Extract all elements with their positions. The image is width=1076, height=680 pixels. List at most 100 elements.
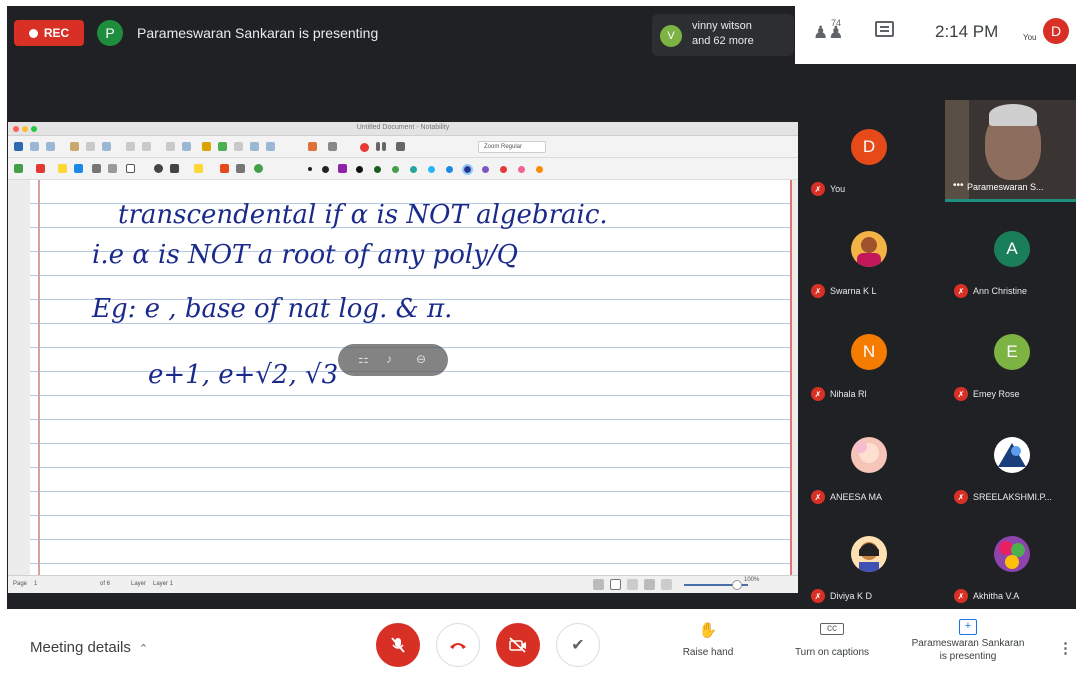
shape-icon[interactable]	[234, 142, 243, 151]
participant-tile[interactable]: ✗ ANEESA MA	[803, 412, 933, 510]
pin-icon[interactable]: ⚏	[358, 352, 369, 366]
participant-tile[interactable]: ✗ Akhitha V.A	[946, 511, 1076, 609]
captions-icon[interactable]: cc	[820, 623, 844, 635]
color-light-blue[interactable]	[428, 166, 435, 173]
raise-hand-label[interactable]: Raise hand	[666, 647, 750, 658]
color-purple[interactable]	[482, 166, 489, 173]
ink-size-icon[interactable]	[154, 164, 163, 173]
open-icon[interactable]	[30, 142, 39, 151]
viewers-indicator[interactable]: V vinny witson and 62 more	[652, 14, 794, 56]
participant-tile[interactable]: A ✗ Ann Christine	[946, 206, 1076, 304]
highlight-icon[interactable]	[202, 142, 211, 151]
confirm-button[interactable]: ✔	[556, 623, 600, 667]
view-single-icon[interactable]	[593, 579, 604, 590]
you-label: You	[1023, 33, 1037, 42]
page-label: Page	[13, 581, 28, 587]
presenting-label-1[interactable]: Parameswaran Sankaran	[898, 638, 1038, 649]
color-green[interactable]	[392, 166, 399, 173]
participant-photo	[994, 536, 1030, 572]
participant-tile[interactable]: ✗ SREELAKSHMI.P...	[946, 412, 1076, 510]
view-grid-icon[interactable]	[644, 579, 655, 590]
more-options-icon[interactable]: •••	[953, 180, 964, 191]
folder-icon[interactable]	[46, 142, 55, 151]
captions-label[interactable]: Turn on captions	[786, 647, 878, 658]
page-icon[interactable]	[266, 142, 275, 151]
undo-icon[interactable]	[126, 142, 135, 151]
stop-icon[interactable]	[396, 142, 405, 151]
pen-icon[interactable]	[14, 164, 23, 173]
view-page-icon[interactable]	[610, 579, 621, 590]
eraser-icon[interactable]	[170, 164, 179, 173]
hand-icon[interactable]	[236, 164, 245, 173]
color-pink[interactable]	[518, 166, 525, 173]
lines-icon[interactable]	[108, 164, 117, 173]
save-icon[interactable]	[14, 142, 23, 151]
mute-presenter-icon[interactable]: ♪	[386, 352, 392, 366]
view-list-icon[interactable]	[661, 579, 672, 590]
remove-icon[interactable]: ⊖	[416, 352, 426, 366]
color-dark-green[interactable]	[374, 166, 381, 173]
recording-badge: REC	[14, 20, 84, 46]
dot-medium-icon[interactable]	[322, 166, 329, 173]
color-orange[interactable]	[536, 166, 543, 173]
lasso-icon[interactable]	[220, 164, 229, 173]
ink-color-icon[interactable]	[338, 164, 347, 173]
download-icon[interactable]	[218, 142, 227, 151]
color-teal[interactable]	[410, 166, 417, 173]
meeting-details-button[interactable]: Meeting details ⌃	[30, 639, 148, 656]
zoom-select[interactable]: Zoom Regular	[478, 141, 546, 153]
zoom-slider-thumb[interactable]	[732, 580, 742, 590]
participant-name: Diviya K D	[830, 591, 873, 601]
leave-call-button[interactable]	[436, 623, 480, 667]
participant-tile[interactable]: E ✗ Emey Rose	[946, 309, 1076, 407]
self-avatar[interactable]: D	[1043, 18, 1069, 44]
camera-off-icon	[509, 637, 526, 653]
dot-small-icon[interactable]	[308, 167, 312, 171]
raise-hand-icon[interactable]: ✋	[696, 621, 720, 639]
refresh-icon[interactable]	[254, 164, 263, 173]
export-icon[interactable]	[308, 142, 317, 151]
layer-select[interactable]: Layer 1	[153, 581, 173, 587]
color-navy[interactable]	[462, 164, 473, 175]
chat-icon[interactable]	[875, 21, 894, 37]
redo-icon[interactable]	[142, 142, 151, 151]
paste-icon[interactable]	[102, 142, 111, 151]
ink-line-1: transcendental if α is NOT algebraic.	[118, 200, 608, 230]
color-black[interactable]	[356, 166, 363, 173]
screen-icon[interactable]	[328, 142, 337, 151]
viewer-avatar: V	[660, 25, 682, 47]
insert-icon[interactable]	[166, 142, 175, 151]
marker-icon[interactable]	[36, 164, 45, 173]
participant-tile[interactable]: D ✗ You	[803, 104, 933, 202]
more-options-icon[interactable]: ⋮	[1058, 639, 1073, 657]
present-icon[interactable]: +	[959, 619, 977, 635]
view-continuous-icon[interactable]	[627, 579, 638, 590]
presenter-video-tile[interactable]: ••• Parameswaran S...	[945, 100, 1076, 202]
mic-off-icon: ✗	[811, 589, 825, 603]
image-icon[interactable]	[182, 142, 191, 151]
profile-photo-icon	[998, 443, 1026, 467]
sticky-icon[interactable]	[194, 164, 203, 173]
record-icon[interactable]	[360, 143, 369, 152]
mic-off-icon: ✗	[811, 182, 825, 196]
participant-name: ANEESA MA	[830, 492, 883, 502]
mic-off-icon: ✗	[954, 490, 968, 504]
copy-icon[interactable]	[86, 142, 95, 151]
rectangle-icon[interactable]	[126, 164, 135, 173]
notebook-page[interactable]: transcendental if α is NOT algebraic. i.…	[30, 180, 792, 575]
mic-toggle-button[interactable]	[376, 623, 420, 667]
text-tool-icon[interactable]	[92, 164, 101, 173]
participant-name: SREELAKSHMI.P...	[973, 492, 1052, 502]
highlighter-icon[interactable]	[74, 164, 83, 173]
cut-icon[interactable]	[70, 142, 79, 151]
page-number[interactable]: 1	[34, 581, 37, 587]
pencil-icon[interactable]	[58, 164, 67, 173]
grid-icon[interactable]	[250, 142, 259, 151]
color-blue[interactable]	[446, 166, 453, 173]
participant-tile[interactable]: ✗ Swarna K L	[803, 206, 933, 304]
participant-tile[interactable]: N ✗ Nihala Rl	[803, 309, 933, 407]
color-red[interactable]	[500, 166, 507, 173]
camera-toggle-button[interactable]	[496, 623, 540, 667]
pause-icon[interactable]	[376, 142, 380, 151]
participant-tile[interactable]: ✗ Diviya K D	[803, 511, 933, 609]
